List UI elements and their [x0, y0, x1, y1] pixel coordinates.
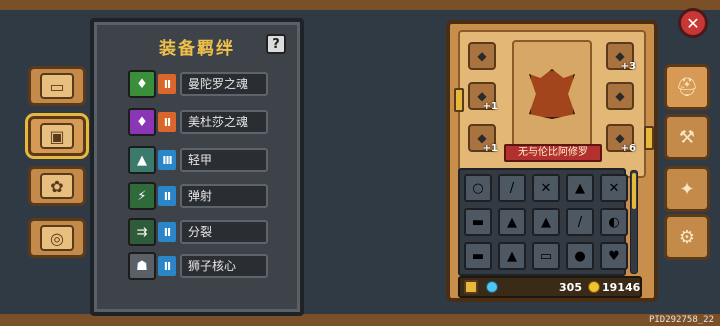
inventory-slot[interactable]: ◐ [600, 208, 628, 236]
bond-count-badge: II [158, 256, 176, 276]
inventory-slot[interactable]: ● [566, 242, 594, 270]
paw-icon: ✿ [40, 173, 74, 199]
hero-name-banner: 无与伦比阿修罗 [504, 144, 602, 162]
tab-settings[interactable]: ⚙ [664, 214, 710, 260]
bond-name: 轻甲 [180, 148, 268, 172]
equip-slot-helmet[interactable]: ◆ [468, 42, 496, 70]
bond-count-badge: II [158, 186, 176, 206]
equipment-bond-panel: 装备羁绊 ? ♦ II 曼陀罗之魂 ♦ II 美杜莎之魂 ▲ III 轻甲 ⚡ … [90, 18, 304, 316]
chest-icon: ▣ [40, 123, 74, 149]
inventory-slot[interactable]: ✕ [532, 174, 560, 202]
light-armor-icon: ▲ [128, 146, 156, 174]
hero-equip-area: ◆ ◆ +1 ◆ +1 ◆ +3 ◆ ◆ +6 无与伦比阿修罗 [454, 30, 654, 178]
coin-count: 19146 [602, 281, 641, 294]
right-arrow-icon[interactable] [644, 126, 654, 150]
bond-count-badge: II [158, 112, 176, 132]
inventory-slot[interactable]: ▲ [532, 208, 560, 236]
upgrade-badge: +6 [620, 143, 636, 154]
upgrade-badge: +1 [482, 101, 498, 112]
bond-name: 曼陀罗之魂 [180, 72, 268, 96]
inventory-scrollbar[interactable] [630, 170, 638, 274]
lock-icon[interactable] [464, 280, 478, 294]
bond-row[interactable]: ♦ II 美杜莎之魂 [128, 108, 268, 136]
hero-portrait [512, 40, 592, 148]
bond-row[interactable]: ☗ II 狮子核心 [128, 252, 268, 280]
bond-row[interactable]: ▲ III 轻甲 [128, 146, 268, 174]
help-button[interactable]: ? [266, 34, 286, 54]
tab-helmet[interactable]: ⛑ [664, 64, 710, 110]
coin-icon [588, 281, 600, 293]
inventory-slot[interactable]: ▬ [464, 242, 492, 270]
upgrade-badge: +1 [482, 143, 498, 154]
bond-row[interactable]: ⇉ II 分裂 [128, 218, 268, 246]
sparkle-icon: ✦ [679, 178, 695, 200]
helmet-icon: ⛑ [675, 76, 699, 98]
tab-paw[interactable]: ✿ [28, 166, 86, 206]
close-icon: ✕ [686, 13, 700, 33]
tab-skill[interactable]: ✦ [664, 166, 710, 212]
equipment-panel: ◆ ◆ +1 ◆ +1 ◆ +3 ◆ ◆ +6 无与伦比阿修罗 ○ / ✕ ▲ … [446, 20, 658, 302]
equip-slot-accessory[interactable]: ◆ +3 [606, 42, 636, 72]
scrollbar-thumb[interactable] [632, 173, 636, 209]
player-id: PID292758_22 [648, 315, 714, 325]
bond-count-badge: III [158, 150, 176, 170]
bond-name: 狮子核心 [180, 254, 268, 278]
inventory-slot[interactable]: / [566, 208, 594, 236]
bond-row[interactable]: ♦ II 曼陀罗之魂 [128, 70, 268, 98]
gem-count: 305 [559, 281, 582, 294]
bond-count-badge: II [158, 74, 176, 94]
inventory-slot[interactable]: ▬ [464, 208, 492, 236]
close-button[interactable]: ✕ [678, 8, 708, 38]
bond-count-badge: II [158, 222, 176, 242]
lion-core-icon: ☗ [128, 252, 156, 280]
upgrade-badge: +3 [620, 61, 636, 72]
bond-name: 美杜莎之魂 [180, 110, 268, 134]
bond-name: 分裂 [180, 220, 268, 244]
inventory-slot[interactable]: ▭ [532, 242, 560, 270]
inventory-slot[interactable]: / [498, 174, 526, 202]
equip-slot-weapon[interactable]: ◆ +6 [606, 124, 636, 154]
bond-row[interactable]: ⚡ II 弹射 [128, 182, 268, 210]
purple-flame-icon: ♦ [128, 108, 156, 136]
wheel-icon: ◎ [40, 225, 74, 251]
bond-name: 弹射 [180, 184, 268, 208]
left-arrow-icon[interactable] [454, 88, 464, 112]
book-icon: ▭ [40, 73, 74, 99]
inventory-slot[interactable]: ▲ [566, 174, 594, 202]
relic-icon: ◆ [615, 89, 625, 103]
tab-book[interactable]: ▭ [28, 66, 86, 106]
frame-top [0, 0, 720, 10]
hero-sprite [529, 69, 575, 119]
bounce-icon: ⚡ [128, 182, 156, 210]
inventory-slot[interactable]: ▲ [498, 242, 526, 270]
currency-bar: 305 19146 [458, 276, 642, 298]
inventory-slot[interactable]: ✕ [600, 174, 628, 202]
gem-icon [486, 281, 498, 293]
hammer-icon: ⚒ [678, 126, 696, 148]
tab-equipment-bond[interactable]: ▣ [25, 113, 89, 159]
equip-slot-relic[interactable]: ◆ [606, 82, 634, 110]
tab-wheel[interactable]: ◎ [28, 218, 86, 258]
inventory-slot[interactable]: ○ [464, 174, 492, 202]
equip-slot-boots[interactable]: ◆ +1 [468, 124, 498, 154]
equip-slot-armor[interactable]: ◆ +1 [468, 82, 498, 112]
split-icon: ⇉ [128, 218, 156, 246]
green-flame-icon: ♦ [128, 70, 156, 98]
inventory-slot[interactable]: ♥ [600, 242, 628, 270]
inventory-slot[interactable]: ▲ [498, 208, 526, 236]
inventory-grid: ○ / ✕ ▲ ✕ ▬ ▲ ▲ / ◐ ▬ ▲ ▭ ● ♥ [458, 168, 628, 276]
helmet-icon: ◆ [477, 49, 487, 63]
gear-icon: ⚙ [678, 226, 696, 248]
tab-forge[interactable]: ⚒ [664, 114, 710, 160]
